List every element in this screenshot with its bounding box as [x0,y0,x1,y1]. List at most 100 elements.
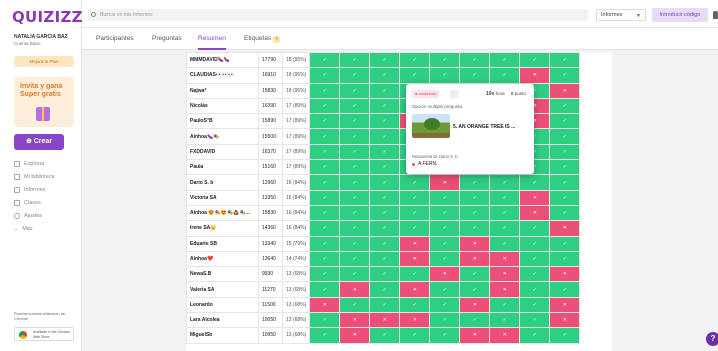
answer-cell-wrong[interactable]: ✕ [429,174,461,191]
answer-cell-correct[interactable]: ✓ [549,159,581,176]
answer-cell-correct[interactable]: ✓ [399,67,431,84]
answer-cell-correct[interactable]: ✓ [369,266,401,283]
answer-cell-correct[interactable]: ✓ [309,281,341,298]
answer-cell-correct[interactable]: ✓ [549,250,581,268]
answer-cell-correct[interactable]: ✓ [459,266,491,283]
answer-cell-wrong[interactable]: ✕ [549,266,581,283]
answer-cell-correct[interactable]: ✓ [459,174,491,191]
answer-cell-correct[interactable]: ✓ [549,174,581,191]
answer-cell-correct[interactable]: ✓ [519,220,551,237]
answer-cell-correct[interactable]: ✓ [369,67,401,84]
answer-cell-correct[interactable]: ✓ [489,235,521,252]
answer-cell-correct[interactable]: ✓ [369,220,401,237]
answer-cell-correct[interactable]: ✓ [309,250,341,268]
copy-icon[interactable] [450,90,458,98]
answer-cell-correct[interactable]: ✓ [489,174,521,191]
answer-cell-correct[interactable]: ✓ [339,266,371,283]
answer-cell-wrong[interactable]: ✕ [489,327,521,344]
answer-cell-correct[interactable]: ✓ [489,204,521,222]
answer-cell-correct[interactable]: ✓ [549,113,581,130]
answer-cell-correct[interactable]: ✓ [339,113,371,130]
answer-cell-correct[interactable]: ✓ [519,281,551,298]
answer-cell-correct[interactable]: ✓ [369,250,401,268]
answer-cell-wrong[interactable]: ✕ [399,312,431,329]
answer-cell-correct[interactable]: ✓ [459,220,491,237]
answer-cell-correct[interactable]: ✓ [369,113,401,130]
answer-cell-wrong[interactable]: ✕ [519,189,551,206]
answer-cell-wrong[interactable]: ✕ [339,312,371,329]
answer-cell-correct[interactable]: ✓ [519,296,551,314]
answer-cell-correct[interactable]: ✓ [489,296,521,314]
answer-cell-correct[interactable]: ✓ [429,220,461,237]
answer-cell-correct[interactable]: ✓ [459,281,491,298]
answer-cell-correct[interactable]: ✓ [309,67,341,84]
answer-cell-wrong[interactable]: ✕ [399,235,431,252]
answer-cell-correct[interactable]: ✓ [399,266,431,283]
answer-cell-correct[interactable]: ✓ [369,174,401,191]
answer-cell-correct[interactable]: ✓ [429,327,461,344]
answer-cell-correct[interactable]: ✓ [549,204,581,222]
answer-cell-correct[interactable]: ✓ [399,52,431,69]
answer-cell-correct[interactable]: ✓ [489,312,521,329]
table-row[interactable]: Irene SA👑 14360 16 (84%) ✓ ✓ ✓ ✓ ✓ ✓ ✓ ✓ ✕ [186,220,581,237]
answer-cell-correct[interactable]: ✓ [429,67,461,84]
answer-cell-correct[interactable]: ✓ [519,174,551,191]
chrome-store-button[interactable]: Available in the Chrome Web Store [14,327,74,341]
answer-cell-correct[interactable]: ✓ [459,189,491,206]
table-row[interactable]: Eduarte SB 13340 15 (79%) ✓ ✓ ✓ ✕ ✓ ✕ ✓ ✓ ✓ [186,235,581,252]
table-row[interactable]: Dario S. b 12960 16 (84%) ✓ ✓ ✓ ✓ ✕ ✓ ✓ ✓ ✓ [186,174,581,191]
answer-cell-wrong[interactable]: ✕ [489,281,521,298]
answer-cell-wrong[interactable]: ✕ [549,296,581,314]
answer-cell-correct[interactable]: ✓ [489,52,521,69]
table-row[interactable]: CLAUDIAS👀👀👀 16910 18 (95%) ✓ ✓ ✓ ✓ ✓ ✓ ✓ ✕ ✓ [186,67,581,84]
table-row[interactable]: NewaS.B 9930 13 (68%) ✓ ✓ ✓ ✓ ✕ ✓ ✕ ✓ ✕ [186,266,581,283]
answer-cell-correct[interactable]: ✓ [429,52,461,69]
table-row[interactable]: Ainhoa❤️ 13640 14 (74%) ✓ ✓ ✓ ✕ ✓ ✕ ✕ ✓ ✓ [186,250,581,268]
tab-participantes[interactable]: Participantes [96,28,134,50]
answer-cell-wrong[interactable]: ✕ [399,250,431,268]
answer-cell-correct[interactable]: ✓ [549,97,581,115]
reports-select[interactable]: Informes ▼ [596,9,646,21]
answer-cell-correct[interactable]: ✓ [489,220,521,237]
answer-cell-correct[interactable]: ✓ [549,67,581,84]
answer-cell-correct[interactable]: ✓ [399,296,431,314]
answer-cell-correct[interactable]: ✓ [549,281,581,298]
answer-cell-correct[interactable]: ✓ [369,296,401,314]
answer-cell-correct[interactable]: ✓ [519,327,551,344]
answer-cell-correct[interactable]: ✓ [339,143,371,161]
table-row[interactable]: Lara Alcolea 10050 13 (68%) ✓ ✕ ✕ ✕ ✓ ✓ ✓ ✓ ✕ [186,312,581,329]
create-button[interactable]: ⊕ Crear [14,134,64,150]
answer-cell-correct[interactable]: ✓ [309,189,341,206]
summary-table[interactable]: MMMDAVID🍆🍆 17790 18 (95%) ✓ ✓ ✓ ✓ ✓ ✓ ✓ ✓ ✓ CLAUDIAS… [186,52,612,351]
answer-cell-correct[interactable]: ✓ [369,204,401,222]
answer-cell-wrong[interactable]: ✕ [519,67,551,84]
answer-cell-correct[interactable]: ✓ [369,143,401,161]
answer-cell-correct[interactable]: ✓ [489,67,521,84]
answer-cell-wrong[interactable]: ✕ [549,312,581,329]
answer-cell-correct[interactable]: ✓ [369,128,401,145]
answer-cell-correct[interactable]: ✓ [339,159,371,176]
answer-cell-correct[interactable]: ✓ [549,235,581,252]
answer-cell-correct[interactable]: ✓ [339,235,371,252]
answer-cell-correct[interactable]: ✓ [549,52,581,69]
answer-cell-correct[interactable]: ✓ [369,97,401,115]
answer-cell-wrong[interactable]: ✕ [429,266,461,283]
sidebar-item-ajustes[interactable]: Ajustes [14,212,42,220]
answer-cell-correct[interactable]: ✓ [429,235,461,252]
answer-cell-wrong[interactable]: ✕ [339,281,371,298]
answer-cell-correct[interactable]: ✓ [369,52,401,69]
answer-cell-correct[interactable]: ✓ [429,312,461,329]
answer-cell-correct[interactable]: ✓ [309,113,341,130]
sidebar-item-explorar[interactable]: Explorar [14,160,44,168]
answer-cell-correct[interactable]: ✓ [339,128,371,145]
answer-cell-correct[interactable]: ✓ [339,250,371,268]
table-row[interactable]: Victoria SA 13350 16 (84%) ✓ ✓ ✓ ✓ ✓ ✓ ✓ ✕ ✓ [186,189,581,206]
answer-cell-wrong[interactable]: ✕ [339,327,371,344]
table-row[interactable]: MMMDAVID🍆🍆 17790 18 (95%) ✓ ✓ ✓ ✓ ✓ ✓ ✓ ✓ ✓ [186,52,581,69]
answer-cell-correct[interactable]: ✓ [339,67,371,84]
answer-cell-correct[interactable]: ✓ [339,189,371,206]
answer-cell-correct[interactable]: ✓ [429,296,461,314]
answer-cell-wrong[interactable]: ✕ [309,296,341,314]
answer-cell-correct[interactable]: ✓ [459,52,491,69]
answer-cell-correct[interactable]: ✓ [399,189,431,206]
